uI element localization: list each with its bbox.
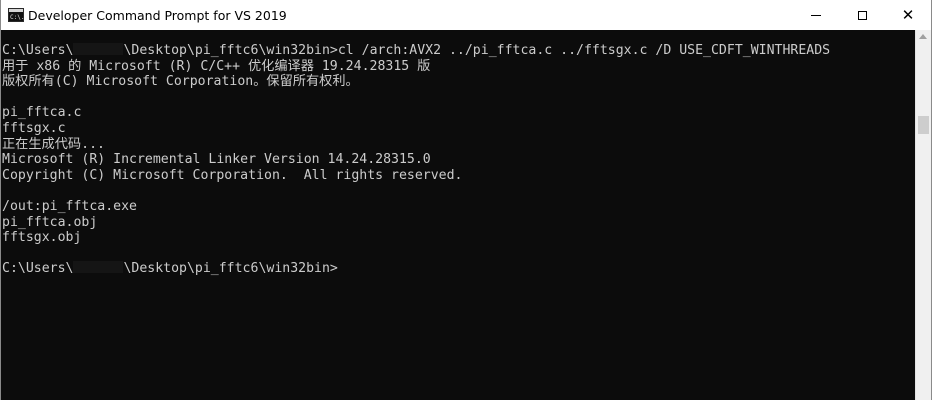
console-line: 用于 x86 的 Microsoft (R) C/C++ 优化编译器 19.24… <box>2 59 915 75</box>
console-text: fftsgx.obj <box>2 230 82 246</box>
scroll-thumb[interactable] <box>918 116 929 134</box>
console-line: C:\Users\ \Desktop\pi_fftc6\win32bin> <box>2 261 915 277</box>
minimize-button[interactable] <box>793 0 839 30</box>
console-text: pi_fftca.obj <box>2 214 98 230</box>
maximize-button[interactable] <box>839 0 885 30</box>
console-line: fftsgx.c <box>2 121 915 137</box>
console-text: C:\Users\ <box>2 261 74 277</box>
console-text: pi_fftca.c <box>2 105 82 121</box>
console-text: 版权所有(C) Microsoft Corporation。保留所有权利。 <box>2 74 359 90</box>
console-output[interactable]: C:\Users\ \Desktop\pi_fftc6\win32bin>cl /… <box>1 30 915 400</box>
maximize-icon <box>857 10 867 20</box>
console-line: Microsoft (R) Incremental Linker Version… <box>2 152 915 168</box>
console-icon-glyph: C:\. <box>10 14 25 21</box>
minimize-icon <box>811 14 821 16</box>
close-button[interactable]: ✕ <box>885 0 931 30</box>
caption-buttons: ✕ <box>793 0 931 30</box>
console-line: pi_fftca.obj <box>2 215 915 231</box>
console-line: 版权所有(C) Microsoft Corporation。保留所有权利。 <box>2 74 915 90</box>
scroll-up-arrow-icon[interactable] <box>919 34 927 39</box>
console-text: /out:pi_fftca.exe <box>2 198 137 214</box>
close-icon: ✕ <box>901 6 915 24</box>
redacted-username <box>73 261 124 274</box>
window-title: Developer Command Prompt for VS 2019 <box>28 7 287 23</box>
title-bar[interactable]: C:\. Developer Command Prompt for VS 201… <box>1 0 931 30</box>
console-text: \Desktop\pi_fftc6\win32bin> <box>123 261 338 277</box>
console-window: C:\. Developer Command Prompt for VS 201… <box>0 0 932 400</box>
console-line: fftsgx.obj <box>2 230 915 246</box>
redacted-username <box>73 43 124 55</box>
console-line: 正在生成代码... <box>2 137 915 153</box>
vertical-scrollbar[interactable] <box>915 30 931 400</box>
console-line: pi_fftca.c <box>2 105 915 121</box>
console-text: 正在生成代码... <box>2 136 105 152</box>
console-icon: C:\. <box>8 8 24 22</box>
console-line: Copyright (C) Microsoft Corporation. All… <box>2 168 915 184</box>
console-text: 用于 x86 的 Microsoft (R) C/C++ 优化编译器 19.24… <box>2 58 431 74</box>
console-line: C:\Users\ \Desktop\pi_fftc6\win32bin>cl /… <box>2 43 915 59</box>
console-text: \Desktop\pi_fftc6\win32bin>cl /arch:AVX2… <box>123 43 831 58</box>
console-text: Copyright (C) Microsoft Corporation. All… <box>2 167 463 183</box>
console-text: C:\Users\ <box>2 43 74 58</box>
console-text: fftsgx.c <box>2 120 66 136</box>
console-line: /out:pi_fftca.exe <box>2 199 915 215</box>
console-text: Microsoft (R) Incremental Linker Version… <box>2 152 431 168</box>
